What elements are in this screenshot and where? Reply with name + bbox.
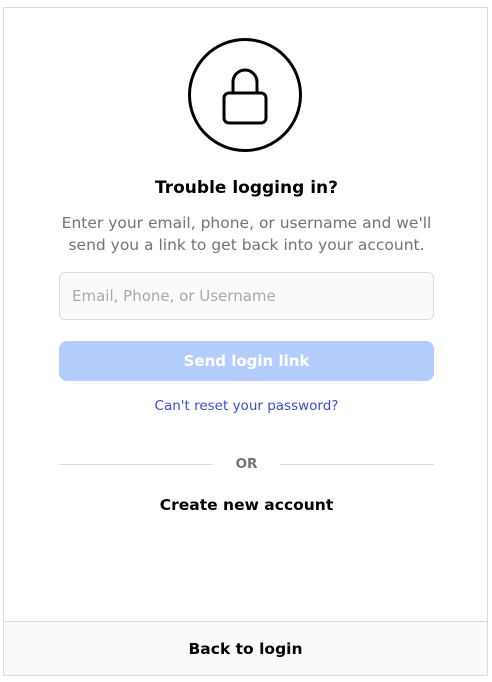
back-to-login-label: Back to login	[188, 639, 303, 658]
instructions-text: Enter your email, phone, or username and…	[59, 212, 434, 256]
reset-password-link-row: Can't reset your password?	[4, 398, 489, 414]
lock-icon	[222, 68, 268, 125]
lock-circle	[188, 38, 302, 152]
page-title: Trouble logging in?	[155, 178, 338, 198]
instructions-line-2: send you a link to get back into your ac…	[68, 236, 425, 254]
email-phone-username-input[interactable]	[59, 272, 434, 320]
instructions-line-1: Enter your email, phone, or username and…	[61, 214, 432, 232]
cant-reset-password-link[interactable]: Can't reset your password?	[155, 398, 339, 414]
create-new-account-link[interactable]: Create new account	[4, 496, 489, 514]
trouble-login-card: Trouble logging in? Enter your email, ph…	[3, 7, 488, 676]
send-login-link-button[interactable]: Send login link	[59, 341, 434, 381]
back-to-login-button[interactable]: Back to login	[4, 621, 487, 675]
divider-right-line	[280, 464, 434, 465]
